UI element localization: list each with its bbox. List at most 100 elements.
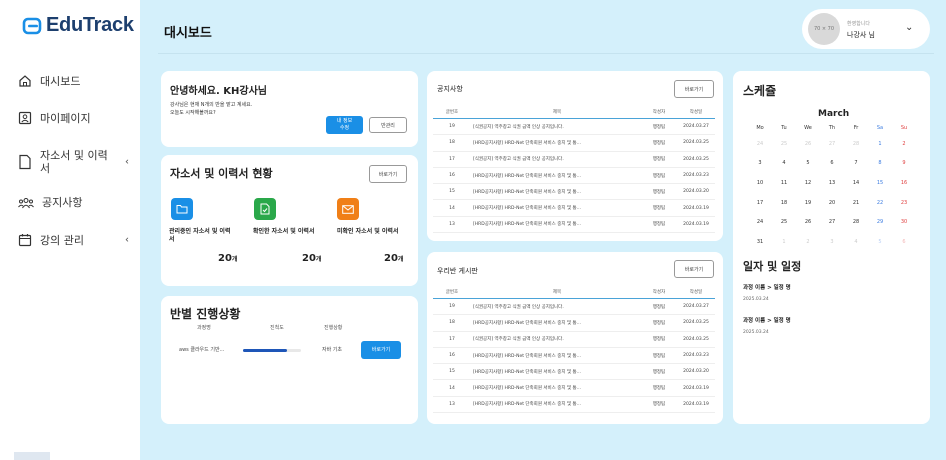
calendar-day[interactable]: 22 (868, 200, 892, 206)
calendar-day[interactable]: 27 (820, 219, 844, 225)
calendar-day[interactable]: 3 (748, 160, 772, 166)
table-row[interactable]: 16 [HRD공지사항] HRD-Net 단축회원 서비스 중지 및 통... 행정… (433, 168, 715, 185)
calendar-day[interactable]: 16 (892, 180, 916, 186)
calendar-day[interactable]: 28 (844, 141, 868, 147)
event-name[interactable]: 과정 이름 > 일정 명 (743, 283, 791, 291)
user-card-icon (18, 111, 32, 125)
calendar-day[interactable]: 5 (796, 160, 820, 166)
sidebar-item-dashboard[interactable]: 대시보드 (18, 74, 133, 88)
calendar-day[interactable]: 24 (748, 219, 772, 225)
page-title: 대시보드 (164, 26, 212, 41)
post-title[interactable]: [식권공지] 역주창고 식권 금액 인상 공지입니다. (471, 124, 641, 130)
edit-profile-button[interactable]: 내 정보 수정 (326, 116, 363, 134)
calendar-day[interactable]: 2 (796, 239, 820, 245)
table-row[interactable]: 13 [HRD공지사항] HRD-Net 단축회원 서비스 중지 및 통... 행정… (433, 397, 715, 414)
calendar-day[interactable]: 30 (892, 219, 916, 225)
post-title[interactable]: [HRD공지사항] HRD-Net 단축회원 서비스 중지 및 통... (471, 353, 641, 359)
calendar-day[interactable]: 1 (868, 141, 892, 147)
course-shortcut-button[interactable]: 바로가기 (361, 341, 401, 359)
post-title[interactable]: [HRD공지사항] HRD-Net 단축회원 서비스 중지 및 통... (471, 173, 641, 179)
post-title[interactable]: [HRD공지사항] HRD-Net 단축회원 서비스 중지 및 통... (471, 320, 641, 326)
calendar-day[interactable]: 25 (772, 141, 796, 147)
calendar-day[interactable]: 3 (820, 239, 844, 245)
post-title[interactable]: [식권공지] 역주창고 식권 금액 인상 공지입니다. (471, 156, 641, 162)
calendar-day[interactable]: 14 (844, 180, 868, 186)
calendar-day[interactable]: 7 (844, 160, 868, 166)
calendar-day[interactable]: 13 (820, 180, 844, 186)
calendar-day[interactable]: 6 (892, 239, 916, 245)
calendar-day[interactable]: 20 (820, 200, 844, 206)
calendar-day[interactable]: 25 (772, 219, 796, 225)
table-row[interactable]: 13 [HRD공지사항] HRD-Net 단축회원 서비스 중지 및 통... 행정… (433, 217, 715, 234)
calendar-day[interactable]: 12 (796, 180, 820, 186)
chevron-left-icon[interactable]: ‹ (125, 235, 129, 246)
calendar-day[interactable]: 17 (748, 200, 772, 206)
calendar-day[interactable]: 27 (820, 141, 844, 147)
calendar-day[interactable]: 4 (772, 160, 796, 166)
calendar-day[interactable]: 26 (796, 141, 820, 147)
table-row[interactable]: 15 [HRD공지사항] HRD-Net 단축회원 서비스 중지 및 통... 행정… (433, 184, 715, 201)
event-name[interactable]: 과정 이름 > 일정 명 (743, 316, 791, 324)
post-number: 15 (449, 189, 455, 195)
calendar-day[interactable]: 18 (772, 200, 796, 206)
notice-shortcut-button[interactable]: 바로가기 (674, 80, 714, 98)
user-greeting: 환영합니다 (847, 21, 871, 27)
post-title[interactable]: [HRD공지사항] HRD-Net 단축회원 서비스 중지 및 통... (471, 401, 641, 407)
post-title[interactable]: [식권공지] 역주창고 식권 금액 인상 공지입니다. (471, 336, 641, 342)
sidebar-item-lectures[interactable]: 강의 관리 ‹ (18, 233, 133, 247)
post-title[interactable]: [HRD공지사항] HRD-Net 단축회원 서비스 중지 및 통... (471, 385, 641, 391)
post-title[interactable]: [HRD공지사항] HRD-Net 단축회원 서비스 중지 및 통... (471, 205, 641, 211)
calendar-day[interactable]: 2 (892, 141, 916, 147)
avatar[interactable]: 70 × 70 (808, 13, 840, 45)
calendar-day[interactable]: 6 (820, 160, 844, 166)
resume-unchecked-label: 미확인 자소서 및 이력서 (337, 228, 399, 235)
table-row[interactable]: 14 [HRD공지사항] HRD-Net 단축회원 서비스 중지 및 통... 행정… (433, 380, 715, 397)
table-row[interactable]: 18 [HRD공지사항] HRD-Net 단축회원 서비스 중지 및 통... 행정… (433, 135, 715, 152)
post-title[interactable]: [HRD공지사항] HRD-Net 단축회원 서비스 중지 및 통... (471, 369, 641, 375)
calendar-day[interactable]: 11 (772, 180, 796, 186)
table-row[interactable]: 16 [HRD공지사항] HRD-Net 단축회원 서비스 중지 및 통... 행정… (433, 348, 715, 365)
sidebar-item-mypage[interactable]: 마이페이지 (18, 111, 133, 125)
chevron-left-icon[interactable]: ‹ (125, 157, 129, 168)
table-row[interactable]: 19 [식권공지] 역주창고 식권 금액 인상 공지입니다. 행정팀 2024.03.… (433, 299, 715, 316)
calendar-day[interactable]: 21 (844, 200, 868, 206)
table-row[interactable]: 17 [식권공지] 역주창고 식권 금액 인상 공지입니다. 행정팀 2024.03.… (433, 332, 715, 348)
calendar-day[interactable]: 5 (868, 239, 892, 245)
table-row[interactable]: 18 [HRD공지사항] HRD-Net 단축회원 서비스 중지 및 통... 행정… (433, 315, 715, 332)
logo[interactable]: EduTrack (22, 14, 134, 37)
resume-managed-count: 20개 (218, 253, 237, 264)
calendar-day[interactable]: 24 (748, 141, 772, 147)
post-author: 행정팀 (652, 206, 666, 212)
table-row[interactable]: 19 [식권공지] 역주창고 식권 금액 인상 공지입니다. 행정팀 2024.03.… (433, 119, 715, 136)
calendar-day[interactable]: 31 (748, 239, 772, 245)
sidebar-scroll-stub (14, 452, 50, 460)
sidebar-item-notices[interactable]: 공지사항 (18, 196, 133, 209)
calendar-day[interactable]: 10 (748, 180, 772, 186)
post-title[interactable]: [식권공지] 역주창고 식권 금액 인상 공지입니다. (471, 304, 641, 310)
resume-checked-count: 20개 (302, 253, 321, 264)
calendar-day[interactable]: 4 (844, 239, 868, 245)
chevron-down-icon[interactable]: ⌄ (905, 22, 913, 33)
resume-shortcut-button[interactable]: 바로가기 (369, 165, 407, 183)
class-manage-button[interactable]: 반관리 (369, 117, 407, 133)
calendar-day[interactable]: 28 (844, 219, 868, 225)
post-title[interactable]: [HRD공지사항] HRD-Net 단축회원 서비스 중지 및 통... (471, 140, 641, 146)
calendar-day[interactable]: 1 (772, 239, 796, 245)
sidebar-item-resumes[interactable]: 자소서 및 이력서 ‹ (18, 149, 133, 175)
event-date: 2025.03.24 (743, 297, 769, 302)
calendar-day[interactable]: 19 (796, 200, 820, 206)
table-row[interactable]: 17 [식권공지] 역주창고 식권 금액 인상 공지입니다. 행정팀 2024.03.… (433, 152, 715, 168)
calendar-day[interactable]: 29 (868, 219, 892, 225)
calendar-day[interactable]: 8 (868, 160, 892, 166)
calendar-day[interactable]: 23 (892, 200, 916, 206)
table-row[interactable]: 14 [HRD공지사항] HRD-Net 단축회원 서비스 중지 및 통... 행정… (433, 200, 715, 217)
table-row[interactable]: 15 [HRD공지사항] HRD-Net 단축회원 서비스 중지 및 통... 행정… (433, 364, 715, 381)
post-title[interactable]: [HRD공지사항] HRD-Net 단축회원 서비스 중지 및 통... (471, 189, 641, 195)
calendar-day[interactable]: 15 (868, 180, 892, 186)
class-board-shortcut-button[interactable]: 바로가기 (674, 260, 714, 278)
post-author: 행정팀 (652, 386, 666, 392)
post-title[interactable]: [HRD공지사항] HRD-Net 단축회원 서비스 중지 및 통... (471, 221, 641, 227)
weekday-label: Su (900, 125, 908, 131)
calendar-day[interactable]: 26 (796, 219, 820, 225)
calendar-day[interactable]: 9 (892, 160, 916, 166)
